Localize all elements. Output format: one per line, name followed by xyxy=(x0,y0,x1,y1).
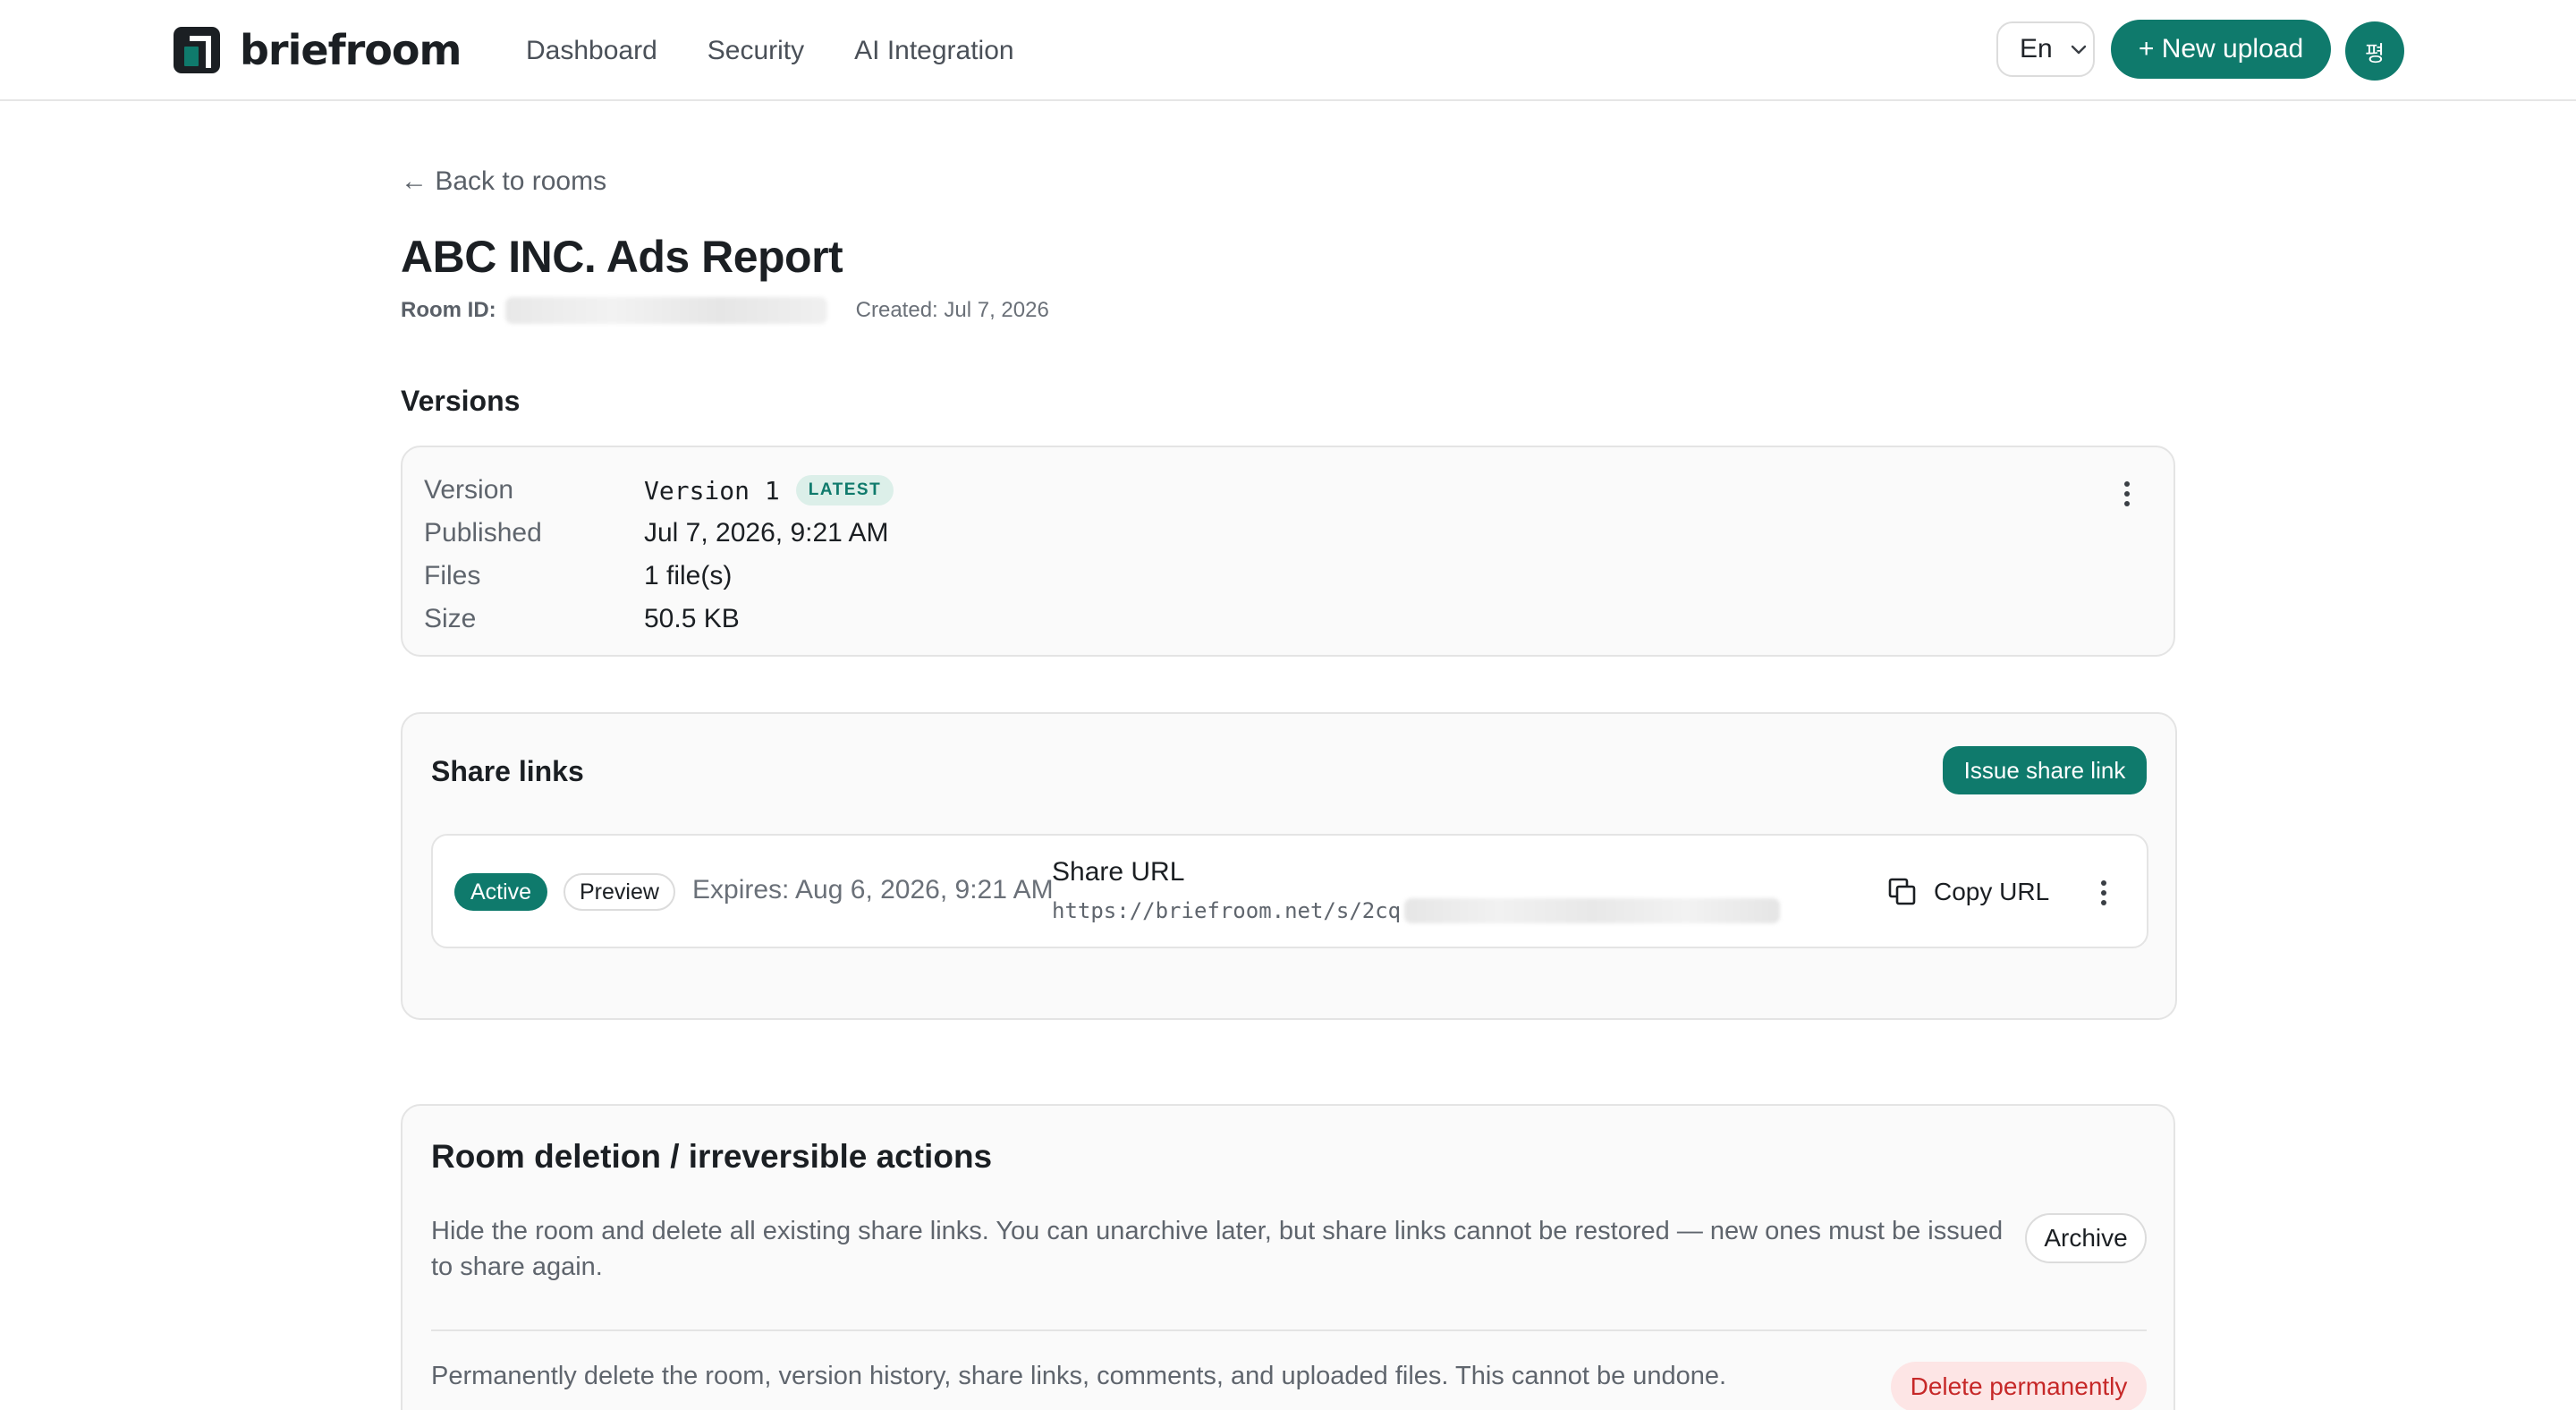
nav-security[interactable]: Security xyxy=(708,36,804,66)
files-row: Files 1 file(s) xyxy=(424,555,894,598)
nav-ai-integration[interactable]: AI Integration xyxy=(854,36,1013,66)
size-key: Size xyxy=(424,604,477,633)
share-url[interactable]: https://briefroom.net/s/2cq xyxy=(1052,898,1781,923)
brand-name: briefroom xyxy=(240,26,462,74)
divider xyxy=(431,1329,2147,1331)
archive-description: Hide the room and delete all existing sh… xyxy=(431,1217,2004,1281)
share-links-heading: Share links xyxy=(431,755,584,787)
version-more-icon[interactable] xyxy=(2109,476,2145,512)
share-links-card: Share links Issue share link Active Prev… xyxy=(401,712,2177,1020)
version-value: Version 1 xyxy=(644,475,780,505)
language-value: En xyxy=(2020,34,2053,64)
version-card: Version Version 1 LATEST Published Jul 7… xyxy=(401,446,2175,657)
mode-badge: Preview xyxy=(564,873,675,911)
size-row: Size 50.5 KB xyxy=(424,598,894,641)
share-link-row: Active Preview Expires: Aug 6, 2026, 9:2… xyxy=(431,834,2148,948)
page-title: ABC INC. Ads Report xyxy=(401,232,843,282)
version-row: Version Version 1 LATEST xyxy=(424,469,894,512)
avatar-glyph: 평 xyxy=(2364,41,2385,66)
delete-permanently-button[interactable]: Delete permanently xyxy=(1891,1362,2147,1410)
files-value: 1 file(s) xyxy=(644,561,733,590)
copy-url-label: Copy URL xyxy=(1934,878,2050,905)
language-select[interactable]: En xyxy=(1996,21,2095,77)
copy-icon xyxy=(1888,878,1916,905)
briefroom-logo-icon xyxy=(174,27,220,73)
chevron-down-icon xyxy=(2071,45,2086,55)
main-nav: Dashboard Security AI Integration xyxy=(526,29,1014,73)
version-key: Version xyxy=(424,475,514,505)
room-id-label: Room ID: xyxy=(401,298,496,322)
archive-button[interactable]: Archive xyxy=(2025,1213,2147,1263)
share-url-prefix: https://briefroom.net/s/2cq xyxy=(1052,898,1402,923)
share-url-label: Share URL xyxy=(1052,857,1185,887)
room-id-redacted xyxy=(504,297,827,324)
danger-zone-card: Room deletion / irreversible actions Hid… xyxy=(401,1104,2175,1410)
expires-text: Expires: Aug 6, 2026, 9:21 AM xyxy=(692,875,1054,905)
files-key: Files xyxy=(424,561,481,590)
published-key: Published xyxy=(424,518,542,548)
back-to-rooms-link[interactable]: ← Back to rooms xyxy=(401,166,606,197)
room-meta: Room ID: Created: Jul 7, 2026 xyxy=(401,295,1049,326)
new-upload-button[interactable]: + New upload xyxy=(2111,20,2331,79)
published-row: Published Jul 7, 2026, 9:21 AM xyxy=(424,512,894,555)
version-value-wrap: Version 1 LATEST xyxy=(644,475,894,505)
share-url-redacted xyxy=(1404,898,1781,923)
delete-description: Permanently delete the room, version his… xyxy=(431,1362,1727,1390)
size-value: 50.5 KB xyxy=(644,604,740,633)
top-navigation-bar: briefroom Dashboard Security AI Integrat… xyxy=(0,0,2576,101)
versions-heading: Versions xyxy=(401,385,521,417)
issue-share-link-button[interactable]: Issue share link xyxy=(1943,746,2147,794)
status-badge: Active xyxy=(454,873,548,911)
latest-badge: LATEST xyxy=(795,475,894,505)
room-created-date: Created: Jul 7, 2026 xyxy=(855,298,1049,322)
danger-zone-heading: Room deletion / irreversible actions xyxy=(431,1138,993,1175)
share-link-more-icon[interactable] xyxy=(2086,875,2122,911)
published-value: Jul 7, 2026, 9:21 AM xyxy=(644,518,889,548)
brand-logo[interactable]: briefroom xyxy=(172,25,462,75)
version-details: Version Version 1 LATEST Published Jul 7… xyxy=(424,469,894,641)
nav-dashboard[interactable]: Dashboard xyxy=(526,36,657,66)
copy-url-button[interactable]: Copy URL xyxy=(1887,870,2049,914)
user-avatar[interactable]: 평 xyxy=(2345,21,2404,81)
